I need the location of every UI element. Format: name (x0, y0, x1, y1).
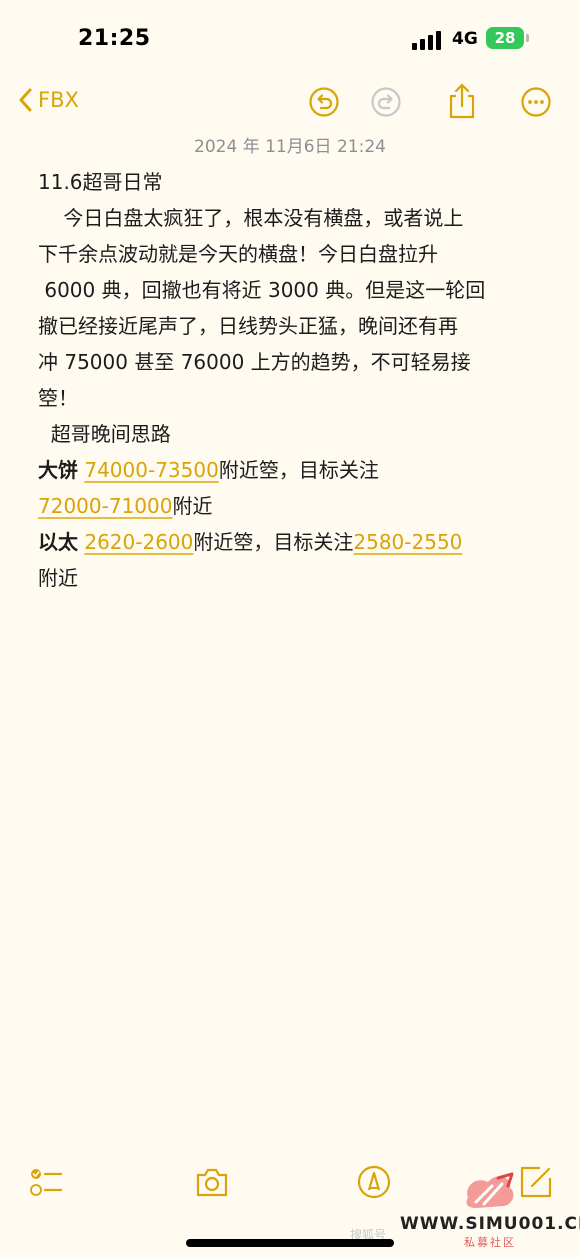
eth-label: 以太 (38, 530, 78, 554)
pen-tip-icon[interactable] (356, 1164, 392, 1200)
btc-target-range-link[interactable]: 72000-71000 (38, 494, 172, 518)
network-type: 4G (452, 29, 478, 49)
eth-target-line: 附近 (38, 566, 78, 590)
home-indicator[interactable] (186, 1239, 394, 1247)
note-body-line: 箜！ (38, 386, 78, 410)
watermark-logo-icon (466, 1172, 514, 1208)
cellular-signal-icon (412, 28, 442, 50)
note-body-line: 冲 75000 甚至 76000 上方的趋势，不可轻易接 (38, 350, 471, 374)
note-toolbar: FBX (0, 82, 580, 126)
redo-icon[interactable] (370, 86, 402, 118)
note-subtitle: 超哥晚间思路 (38, 422, 171, 446)
btc-entry-suffix: 附近箜，目标关注 (218, 458, 379, 482)
watermark-site-text: WWW.SIMU001.CN (400, 1214, 580, 1234)
chevron-left-icon (19, 88, 32, 112)
status-time: 21:25 (78, 26, 151, 51)
battery-level: 28 (494, 29, 516, 47)
site-watermark: WWW.SIMU001.CN 私募社区 (400, 1168, 580, 1249)
battery-tip (526, 34, 529, 42)
note-body-line: 下千余点波动就是今天的横盘！今日白盘拉升 (38, 242, 438, 266)
btc-strategy-line: 大饼 74000-73500附近箜，目标关注 (38, 452, 550, 488)
status-bar: 21:25 4G 28 (0, 0, 580, 80)
note-body-line: 今日白盘太疯狂了，根本没有横盘，或者说上 (38, 206, 464, 230)
watermark-sub-text: 私募社区 (464, 1236, 516, 1249)
share-icon[interactable] (446, 82, 478, 120)
checklist-icon[interactable] (28, 1164, 64, 1200)
back-button[interactable]: FBX (18, 88, 79, 112)
eth-target-range-link[interactable]: 2580-2550 (353, 530, 462, 554)
note-body-line: 撤已经接近尾声了，日线势头正猛，晚间还有再 (38, 314, 458, 338)
btc-target-line: 72000-71000附近 (38, 488, 550, 524)
battery-icon: 28 (486, 27, 524, 49)
back-label: FBX (38, 88, 79, 112)
btc-label: 大饼 (38, 458, 78, 482)
ellipsis-icon[interactable] (520, 86, 552, 118)
undo-icon[interactable] (308, 86, 340, 118)
note-title: 11.6超哥日常 (38, 170, 163, 194)
camera-icon[interactable] (194, 1164, 230, 1200)
note-date: 2024 年 11月6日 21:24 (194, 137, 386, 157)
eth-entry-suffix: 附近箜，目标关注 (193, 530, 354, 554)
eth-entry-range-link[interactable]: 2620-2600 (84, 530, 193, 554)
btc-entry-range-link[interactable]: 74000-73500 (84, 458, 218, 482)
eth-strategy-line: 以太 2620-2600附近箜，目标关注2580-2550 (38, 524, 550, 560)
note-content[interactable]: 11.6超哥日常 今日白盘太疯狂了，根本没有横盘，或者说上 下千余点波动就是今天… (38, 164, 550, 596)
btc-target-suffix: 附近 (172, 494, 213, 518)
note-body-line: 6000 典，回撤也有将近 3000 典。但是这一轮回 (38, 278, 486, 302)
